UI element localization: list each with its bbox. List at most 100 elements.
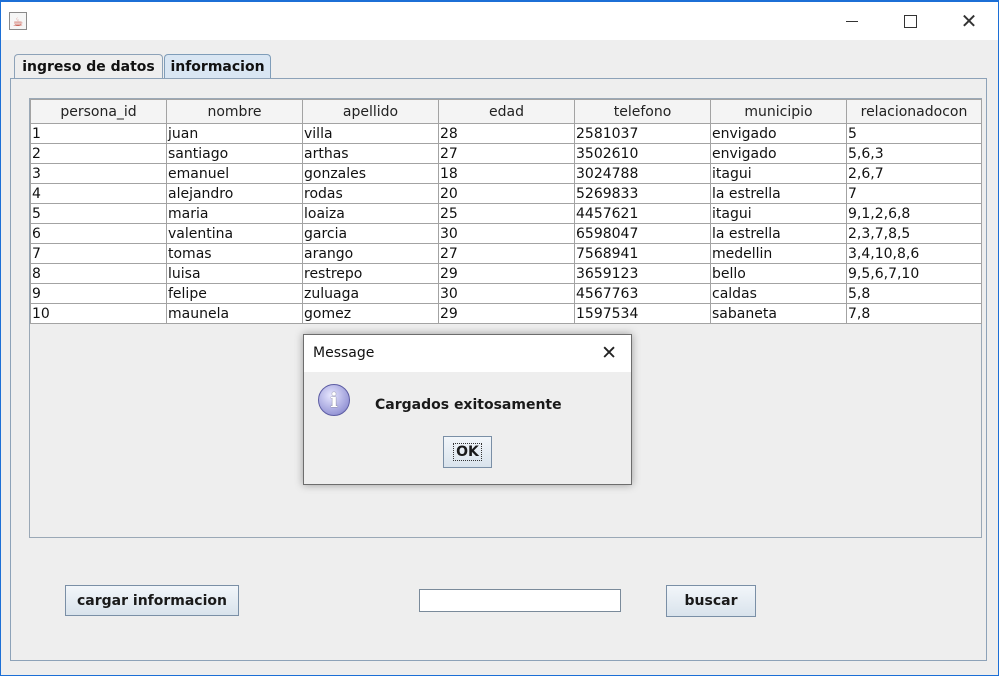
table-cell-apellido[interactable]: arthas xyxy=(302,143,439,164)
search-input[interactable] xyxy=(419,589,621,612)
table-cell-persona-id[interactable]: 4 xyxy=(30,183,167,204)
table-cell-edad[interactable]: 28 xyxy=(438,123,575,144)
table-cell-municipio[interactable]: sabaneta xyxy=(710,303,847,324)
table-cell-nombre[interactable]: tomas xyxy=(166,243,303,264)
table-cell-relacionadocon[interactable]: 7,8 xyxy=(846,303,982,324)
table-cell-relacionadocon[interactable]: 5 xyxy=(846,123,982,144)
table-cell-persona-id[interactable]: 7 xyxy=(30,243,167,264)
cargar-informacion-button[interactable]: cargar informacion xyxy=(65,585,239,616)
table-row[interactable]: 6 valentina garcia 30 6598047 la estrella 2,3,… xyxy=(30,223,982,244)
table-cell-telefono[interactable]: 6598047 xyxy=(574,223,711,244)
column-header-municipio[interactable]: municipio xyxy=(710,99,847,124)
dialog-close-icon[interactable]: ✕ xyxy=(601,342,617,364)
table-row[interactable]: 1 juan villa 28 2581037 envigado 5 xyxy=(30,123,982,144)
table-cell-edad[interactable]: 29 xyxy=(438,263,575,284)
table-cell-nombre[interactable]: luisa xyxy=(166,263,303,284)
information-icon: i xyxy=(318,384,350,416)
table-cell-persona-id[interactable]: 9 xyxy=(30,283,167,304)
table-cell-persona-id[interactable]: 3 xyxy=(30,163,167,184)
column-header-apellido[interactable]: apellido xyxy=(302,99,439,124)
maximize-button[interactable] xyxy=(881,2,939,40)
table-cell-apellido[interactable]: arango xyxy=(302,243,439,264)
close-button[interactable]: ✕ xyxy=(940,2,998,40)
table-cell-nombre[interactable]: emanuel xyxy=(166,163,303,184)
table-cell-edad[interactable]: 30 xyxy=(438,223,575,244)
table-cell-edad[interactable]: 20 xyxy=(438,183,575,204)
table-cell-persona-id[interactable]: 6 xyxy=(30,223,167,244)
table-cell-nombre[interactable]: maria xyxy=(166,203,303,224)
table-row[interactable]: 7 tomas arango 27 7568941 medellin 3,4,10,8,6 xyxy=(30,243,982,264)
column-header-persona-id[interactable]: persona_id xyxy=(30,99,167,124)
table-row[interactable]: 9 felipe zuluaga 30 4567763 caldas 5,8 xyxy=(30,283,982,304)
table-cell-apellido[interactable]: gonzales xyxy=(302,163,439,184)
table-cell-persona-id[interactable]: 1 xyxy=(30,123,167,144)
table-cell-apellido[interactable]: rodas xyxy=(302,183,439,204)
table-cell-persona-id[interactable]: 2 xyxy=(30,143,167,164)
table-cell-relacionadocon[interactable]: 9,5,6,7,10 xyxy=(846,263,982,284)
table-cell-persona-id[interactable]: 8 xyxy=(30,263,167,284)
table-cell-municipio[interactable]: la estrella xyxy=(710,223,847,244)
buscar-button[interactable]: buscar xyxy=(666,585,756,617)
table-cell-nombre[interactable]: santiago xyxy=(166,143,303,164)
table-cell-telefono[interactable]: 3024788 xyxy=(574,163,711,184)
table-cell-relacionadocon[interactable]: 2,3,7,8,5 xyxy=(846,223,982,244)
table-cell-persona-id[interactable]: 5 xyxy=(30,203,167,224)
table-cell-apellido[interactable]: loaiza xyxy=(302,203,439,224)
table-cell-telefono[interactable]: 4567763 xyxy=(574,283,711,304)
table-cell-edad[interactable]: 27 xyxy=(438,243,575,264)
table-cell-relacionadocon[interactable]: 5,8 xyxy=(846,283,982,304)
table-cell-edad[interactable]: 30 xyxy=(438,283,575,304)
table-cell-telefono[interactable]: 4457621 xyxy=(574,203,711,224)
table-row[interactable]: 5 maria loaiza 25 4457621 itagui 9,1,2,6,8 xyxy=(30,203,982,224)
table-cell-nombre[interactable]: valentina xyxy=(166,223,303,244)
table-cell-telefono[interactable]: 5269833 xyxy=(574,183,711,204)
table-cell-municipio[interactable]: caldas xyxy=(710,283,847,304)
minimize-button[interactable] xyxy=(823,2,881,40)
table-row[interactable]: 2 santiago arthas 27 3502610 envigado 5,6,3 xyxy=(30,143,982,164)
tab-ingreso-de-datos[interactable]: ingreso de datos xyxy=(14,54,163,78)
table-cell-edad[interactable]: 27 xyxy=(438,143,575,164)
ok-button[interactable]: OK xyxy=(443,436,492,468)
table-cell-municipio[interactable]: bello xyxy=(710,263,847,284)
table-cell-apellido[interactable]: gomez xyxy=(302,303,439,324)
table-cell-relacionadocon[interactable]: 9,1,2,6,8 xyxy=(846,203,982,224)
table-cell-telefono[interactable]: 1597534 xyxy=(574,303,711,324)
column-header-nombre[interactable]: nombre xyxy=(166,99,303,124)
table-cell-municipio[interactable]: medellin xyxy=(710,243,847,264)
table-cell-telefono[interactable]: 7568941 xyxy=(574,243,711,264)
table-cell-municipio[interactable]: itagui xyxy=(710,203,847,224)
table-cell-telefono[interactable]: 3502610 xyxy=(574,143,711,164)
table-cell-nombre[interactable]: felipe xyxy=(166,283,303,304)
table-cell-telefono[interactable]: 3659123 xyxy=(574,263,711,284)
table-cell-municipio[interactable]: la estrella xyxy=(710,183,847,204)
table-cell-relacionadocon[interactable]: 5,6,3 xyxy=(846,143,982,164)
table-cell-municipio[interactable]: envigado xyxy=(710,123,847,144)
table-cell-persona-id[interactable]: 10 xyxy=(30,303,167,324)
table-cell-relacionadocon[interactable]: 2,6,7 xyxy=(846,163,982,184)
table-cell-nombre[interactable]: juan xyxy=(166,123,303,144)
dialog-title-bar: Message ✕ xyxy=(304,335,631,372)
table-cell-apellido[interactable]: restrepo xyxy=(302,263,439,284)
column-header-relacionadocon[interactable]: relacionadocon xyxy=(846,99,982,124)
table-row[interactable]: 4 alejandro rodas 20 5269833 la estrella 7 xyxy=(30,183,982,204)
table-cell-nombre[interactable]: maunela xyxy=(166,303,303,324)
table-cell-apellido[interactable]: villa xyxy=(302,123,439,144)
table-cell-edad[interactable]: 25 xyxy=(438,203,575,224)
table-row[interactable]: 8 luisa restrepo 29 3659123 bello 9,5,6,7,10 xyxy=(30,263,982,284)
table-cell-relacionadocon[interactable]: 3,4,10,8,6 xyxy=(846,243,982,264)
table-cell-nombre[interactable]: alejandro xyxy=(166,183,303,204)
table-cell-municipio[interactable]: envigado xyxy=(710,143,847,164)
table-cell-edad[interactable]: 18 xyxy=(438,163,575,184)
table-cell-apellido[interactable]: zuluaga xyxy=(302,283,439,304)
table-cell-edad[interactable]: 29 xyxy=(438,303,575,324)
table-row[interactable]: 10 maunela gomez 29 1597534 sabaneta 7,8 xyxy=(30,303,982,324)
column-header-edad[interactable]: edad xyxy=(438,99,575,124)
minimize-icon xyxy=(846,20,858,22)
column-header-telefono[interactable]: telefono xyxy=(574,99,711,124)
table-cell-apellido[interactable]: garcia xyxy=(302,223,439,244)
table-cell-relacionadocon[interactable]: 7 xyxy=(846,183,982,204)
table-cell-telefono[interactable]: 2581037 xyxy=(574,123,711,144)
tab-informacion[interactable]: informacion xyxy=(164,54,271,78)
table-row[interactable]: 3 emanuel gonzales 18 3024788 itagui 2,6,7 xyxy=(30,163,982,184)
table-cell-municipio[interactable]: itagui xyxy=(710,163,847,184)
